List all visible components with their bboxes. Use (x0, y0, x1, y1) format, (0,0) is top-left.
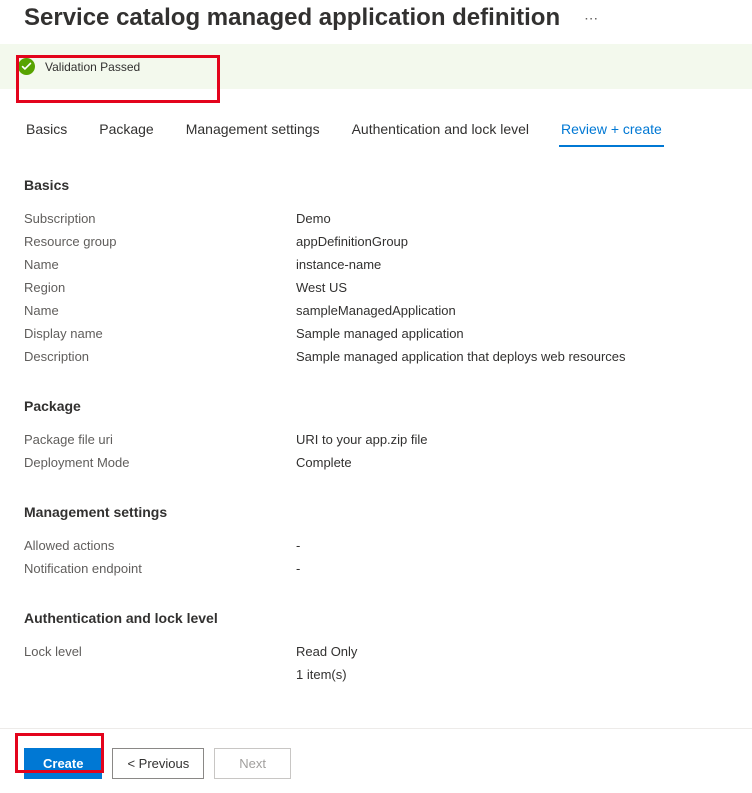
row-notification-endpoint: Notification endpoint - (24, 557, 728, 580)
section-package: Package Package file uri URI to your app… (24, 398, 728, 474)
row-allowed-actions: Allowed actions - (24, 534, 728, 557)
section-basics: Basics Subscription Demo Resource group … (24, 177, 728, 368)
value-items: 1 item(s) (296, 667, 347, 682)
row-description: Description Sample managed application t… (24, 345, 728, 368)
label-items (24, 667, 296, 682)
highlight-box-validation (16, 55, 220, 103)
label-lock-level: Lock level (24, 644, 296, 659)
value-name2: sampleManagedApplication (296, 303, 456, 318)
label-deployment-mode: Deployment Mode (24, 455, 296, 470)
more-icon[interactable]: ⋯ (584, 10, 598, 27)
next-button: Next (214, 748, 291, 779)
value-notification-endpoint: - (296, 561, 300, 576)
label-notification-endpoint: Notification endpoint (24, 561, 296, 576)
value-subscription: Demo (296, 211, 331, 226)
footer-divider (0, 728, 752, 729)
tab-review[interactable]: Review + create (559, 113, 664, 147)
section-auth: Authentication and lock level Lock level… (24, 610, 728, 686)
label-name2: Name (24, 303, 296, 318)
tabs-container: Basics Package Management settings Authe… (0, 109, 752, 147)
value-display-name: Sample managed application (296, 326, 464, 341)
label-resource-group: Resource group (24, 234, 296, 249)
label-allowed-actions: Allowed actions (24, 538, 296, 553)
value-name1: instance-name (296, 257, 381, 272)
label-file-uri: Package file uri (24, 432, 296, 447)
row-subscription: Subscription Demo (24, 207, 728, 230)
label-name1: Name (24, 257, 296, 272)
highlight-box-create (15, 733, 104, 773)
section-heading-package: Package (24, 398, 728, 414)
label-region: Region (24, 280, 296, 295)
row-lock-level: Lock level Read Only (24, 640, 728, 663)
value-file-uri: URI to your app.zip file (296, 432, 428, 447)
row-file-uri: Package file uri URI to your app.zip fil… (24, 428, 728, 451)
row-name1: Name instance-name (24, 253, 728, 276)
row-display-name: Display name Sample managed application (24, 322, 728, 345)
value-lock-level: Read Only (296, 644, 357, 659)
page-title: Service catalog managed application defi… (24, 4, 560, 32)
row-name2: Name sampleManagedApplication (24, 299, 728, 322)
row-deployment-mode: Deployment Mode Complete (24, 451, 728, 474)
section-management: Management settings Allowed actions - No… (24, 504, 728, 580)
value-resource-group: appDefinitionGroup (296, 234, 408, 249)
value-description: Sample managed application that deploys … (296, 349, 626, 364)
section-heading-management: Management settings (24, 504, 728, 520)
tab-package[interactable]: Package (97, 113, 155, 147)
tab-basics[interactable]: Basics (24, 113, 69, 147)
row-region: Region West US (24, 276, 728, 299)
value-region: West US (296, 280, 347, 295)
previous-button[interactable]: < Previous (112, 748, 204, 779)
label-subscription: Subscription (24, 211, 296, 226)
label-description: Description (24, 349, 296, 364)
row-items: 1 item(s) (24, 663, 728, 686)
section-heading-auth: Authentication and lock level (24, 610, 728, 626)
tab-management[interactable]: Management settings (184, 113, 322, 147)
value-allowed-actions: - (296, 538, 300, 553)
row-resource-group: Resource group appDefinitionGroup (24, 230, 728, 253)
section-heading-basics: Basics (24, 177, 728, 193)
tab-auth[interactable]: Authentication and lock level (350, 113, 531, 147)
value-deployment-mode: Complete (296, 455, 352, 470)
footer: Create < Previous Next (0, 748, 752, 779)
label-display-name: Display name (24, 326, 296, 341)
